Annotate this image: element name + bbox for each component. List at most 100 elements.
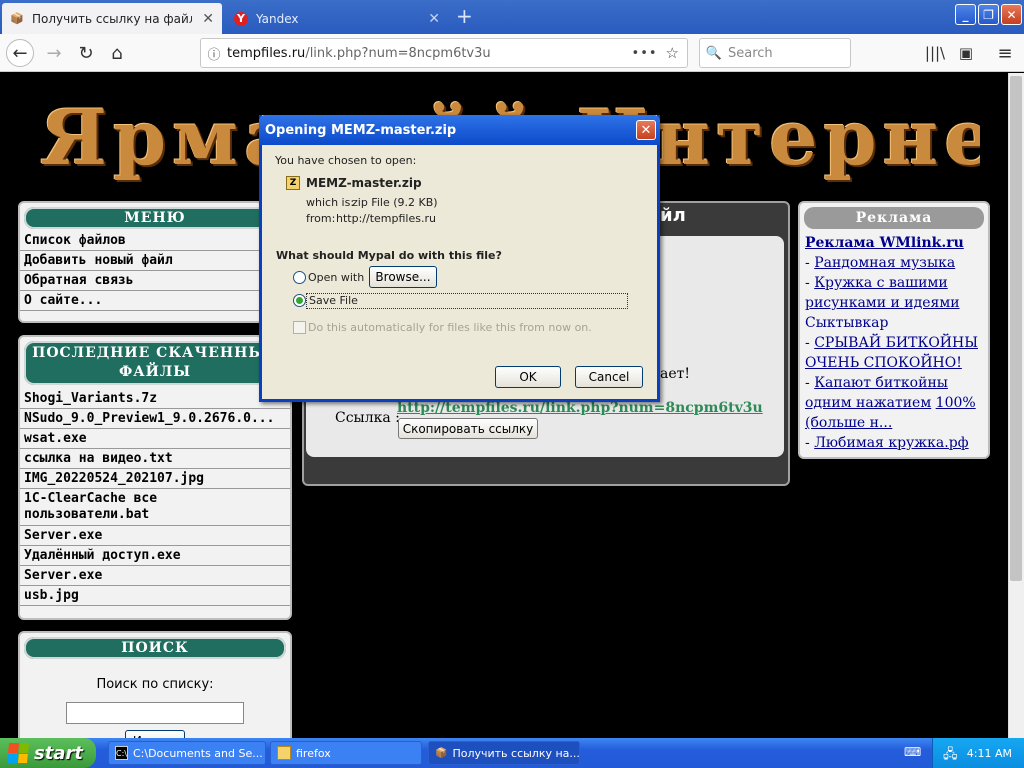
package-icon: 📦 xyxy=(435,747,448,759)
save-file-label[interactable]: Save File xyxy=(306,293,628,309)
keyboard-icon[interactable]: ⌨ xyxy=(904,745,921,761)
library-icon[interactable]: |||\ xyxy=(921,39,949,67)
reload-icon[interactable]: ↻ xyxy=(72,39,100,67)
browse-button[interactable]: Browse... xyxy=(369,266,437,288)
recent-files-panel: ПОСЛЕДНИЕ СКАЧЕННЫЕ ФАЙЛЫ Shogi_Variants… xyxy=(18,335,292,620)
start-button[interactable]: start xyxy=(0,738,96,768)
ads-heading: Реклама xyxy=(804,207,984,229)
url-path: /link.php?num=8ncpm6tv3u xyxy=(305,45,491,61)
forward-arrow-icon[interactable]: → xyxy=(40,39,68,67)
recent-file-item[interactable]: Shogi_Variants.7z xyxy=(20,389,290,409)
center-title-fragment: йл xyxy=(660,205,686,226)
ad-item: - Любимая кружка.рф xyxy=(805,435,969,451)
menu-item-about[interactable]: О сайте... xyxy=(20,291,290,311)
task-label: C:\Documents and Se... xyxy=(132,746,263,760)
taskbar-item-cmd[interactable]: C:\ C:\Documents and Se... xyxy=(108,741,266,765)
search-panel: ПОИСК Поиск по списку: Искать xyxy=(18,631,292,738)
task-label: Получить ссылку на... xyxy=(452,746,580,760)
recent-file-item[interactable]: NSudo_9.0_Preview1_9.0.2676.0... xyxy=(20,409,290,429)
menu-panel: МЕНЮ Список файлов Добавить новый файл О… xyxy=(18,201,292,323)
recent-file-item[interactable]: IMG_20220524_202107.jpg xyxy=(20,469,290,489)
window-close-button[interactable]: ✕ xyxy=(1001,4,1022,25)
ad-item: - Капают биткойны одним нажатием 100%(бо… xyxy=(805,375,976,431)
search-icon: 🔍 xyxy=(705,45,723,61)
page-actions-icon[interactable]: ••• xyxy=(632,46,666,61)
ads-panel: Реклама Реклама WMlink.ru - Рандомная му… xyxy=(798,201,990,459)
ads-header-link[interactable]: Реклама WMlink.ru xyxy=(805,233,983,253)
recent-heading-line1: ПОСЛЕДНИЕ СКАЧЕННЫЕ xyxy=(32,345,278,361)
center-text-fragment: ает! xyxy=(660,366,691,382)
windows-logo-icon xyxy=(6,743,30,763)
recent-file-item[interactable]: ссылка на видео.txt xyxy=(20,449,290,469)
ad-item: - Рандомная музыка xyxy=(805,255,956,271)
close-tab-icon[interactable]: ✕ xyxy=(202,11,214,27)
recent-file-item[interactable]: Server.exe xyxy=(20,526,290,546)
home-icon[interactable]: ⌂ xyxy=(103,39,131,67)
bookmark-star-icon[interactable]: ☆ xyxy=(666,44,687,62)
search-button[interactable]: Искать xyxy=(125,730,185,738)
ad-item: - Кружка с вашими рисунками и идеями Сык… xyxy=(805,275,960,331)
search-heading: ПОИСК xyxy=(24,637,286,659)
ad-link[interactable]: Кружка с вашими рисунками и идеями xyxy=(805,275,960,311)
back-arrow-icon[interactable]: ← xyxy=(6,39,34,67)
file-link[interactable]: http://tempfiles.ru/link.php?num=8ncpm6t… xyxy=(397,400,763,416)
tab-tempfiles[interactable]: 📦 Получить ссылку на файл - Temp ✕ xyxy=(2,3,222,34)
ad-link[interactable]: Любимая кружка.рф xyxy=(814,435,968,451)
search-label: Поиск по списку: xyxy=(96,677,214,692)
search-bar[interactable]: 🔍 Search xyxy=(699,38,851,68)
scrollbar-thumb[interactable] xyxy=(1010,76,1022,581)
recent-file-item[interactable]: Server.exe xyxy=(20,566,290,586)
cancel-button[interactable]: Cancel xyxy=(575,366,643,388)
sidebar-icon[interactable]: ▣ xyxy=(952,39,980,67)
system-tray: 🖧 4:11 AM xyxy=(932,738,1024,768)
zip-file-icon: Z xyxy=(286,176,300,190)
recent-file-item[interactable]: 1C-ClearCache все пользователи.bat xyxy=(20,489,290,526)
network-icon[interactable]: 🖧 xyxy=(943,745,958,767)
recent-files-heading: ПОСЛЕДНИЕ СКАЧЕННЫЕ ФАЙЛЫ xyxy=(24,341,286,385)
copy-link-button[interactable]: Скопировать ссылку xyxy=(398,418,538,439)
task-label: firefox xyxy=(296,746,331,760)
from-value: http://tempfiles.ru xyxy=(336,212,436,225)
menu-hamburger-icon[interactable]: ≡ xyxy=(991,39,1019,67)
open-with-radio[interactable] xyxy=(293,271,306,284)
clock: 4:11 AM xyxy=(966,746,1012,760)
dialog-question: What should Mypal do with this file? xyxy=(276,249,502,262)
chosen-text: You have chosen to open: xyxy=(275,154,417,167)
minimize-button[interactable]: _ xyxy=(955,4,976,25)
auto-checkbox[interactable] xyxy=(293,321,306,334)
menu-heading: МЕНЮ xyxy=(24,207,286,229)
info-icon[interactable]: ⓘ xyxy=(201,44,227,63)
from-label: from: xyxy=(306,212,336,225)
recent-file-item[interactable]: wsat.exe xyxy=(20,429,290,449)
link-label: Ссылка : xyxy=(335,410,400,426)
start-label: start xyxy=(34,742,83,764)
maximize-button[interactable]: ❐ xyxy=(978,4,999,25)
ad-link[interactable]: СРЫВАЙ БИТКОЙНЫ ОЧЕНЬ СПОКОЙНО! xyxy=(805,335,978,371)
close-tab-icon[interactable]: ✕ xyxy=(428,11,440,27)
ad-link[interactable]: Капают биткойны одним нажатием xyxy=(805,375,948,411)
recent-file-item[interactable]: Удалённый доступ.exe xyxy=(20,546,290,566)
search-input[interactable] xyxy=(66,702,244,724)
which-value: zip File (9.2 KB) xyxy=(352,196,438,209)
open-with-label[interactable]: Open with xyxy=(308,271,364,284)
tab-title: Yandex xyxy=(256,11,299,26)
taskbar-item-browser[interactable]: 📦 Получить ссылку на... xyxy=(428,741,580,765)
dialog-body: You have chosen to open: Z MEMZ-master.z… xyxy=(268,148,652,394)
menu-item-feedback[interactable]: Обратная связь xyxy=(20,271,290,291)
yandex-icon: Y xyxy=(234,11,248,26)
recent-file-item[interactable]: usb.jpg xyxy=(20,586,290,606)
ok-button[interactable]: OK xyxy=(495,366,561,388)
menu-item-add-file[interactable]: Добавить новый файл xyxy=(20,251,290,271)
tab-title: Получить ссылку на файл - Temp xyxy=(32,11,192,26)
save-file-radio[interactable] xyxy=(293,294,306,307)
url-bar[interactable]: ⓘ tempfiles.ru /link.php?num=8ncpm6tv3u … xyxy=(200,38,688,68)
taskbar-item-folder[interactable]: firefox xyxy=(270,741,422,765)
which-label: which is: xyxy=(306,196,355,209)
dialog-filename: MEMZ-master.zip xyxy=(306,176,422,190)
dialog-close-button[interactable]: ✕ xyxy=(636,120,656,140)
ad-link[interactable]: Рандомная музыка xyxy=(814,255,955,271)
new-tab-plus-icon[interactable]: + xyxy=(456,6,473,26)
tab-yandex[interactable]: Y Yandex ✕ xyxy=(226,3,448,34)
search-placeholder: Search xyxy=(728,45,773,61)
menu-item-files[interactable]: Список файлов xyxy=(20,231,290,251)
